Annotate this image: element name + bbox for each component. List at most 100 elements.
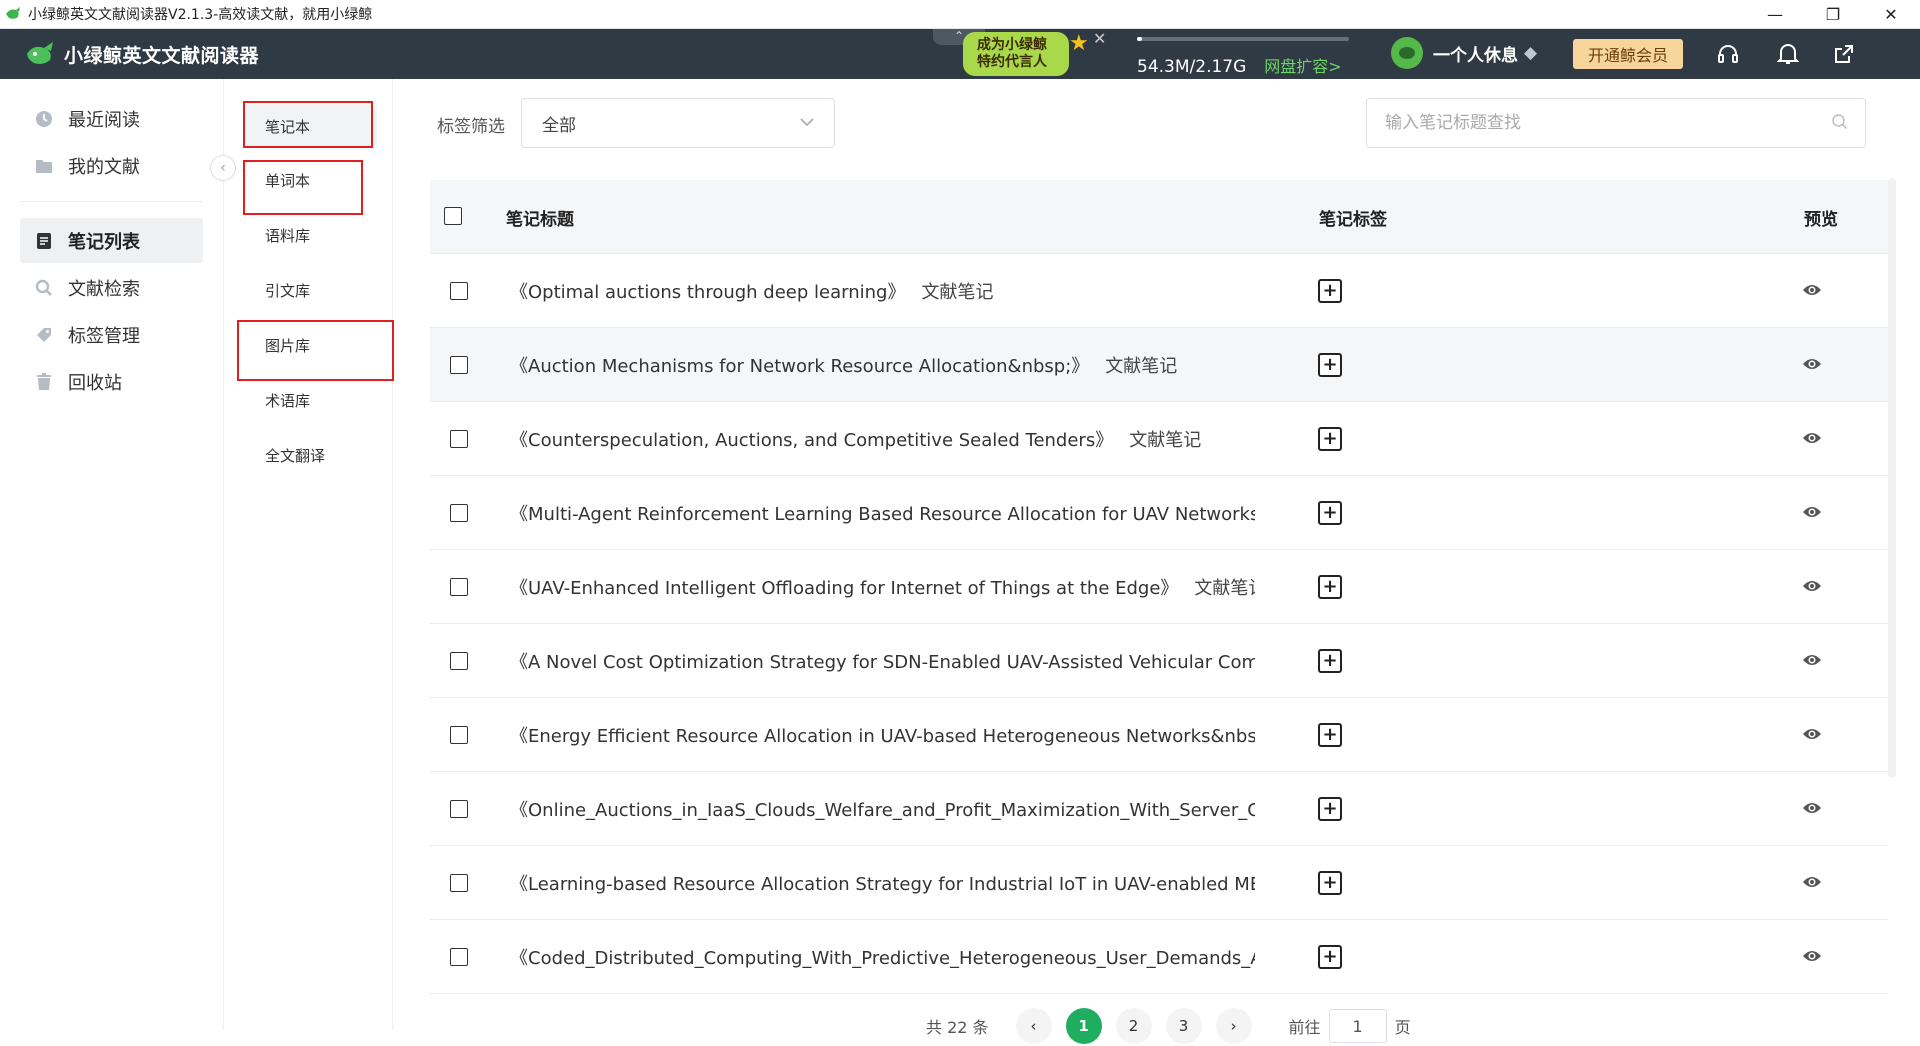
sidebar-item-trash[interactable]: 回收站 [20,359,203,404]
note-title-cell[interactable]: 《UAV-Enhanced Intelligent Offloading for… [510,550,1255,624]
eye-icon[interactable] [1802,726,1822,742]
row-checkbox[interactable] [450,356,468,374]
row-checkbox[interactable] [450,282,468,300]
table-row[interactable]: 《Auction Mechanisms for Network Resource… [430,328,1888,402]
note-title-cell[interactable]: 《Counterspeculation, Auctions, and Compe… [510,402,1255,476]
eye-icon[interactable] [1802,356,1822,372]
table-row[interactable]: 《Energy Efficient Resource Allocation in… [430,698,1888,772]
add-tag-button[interactable]: + [1318,353,1342,377]
avatar[interactable] [1391,37,1423,69]
eye-icon[interactable] [1802,504,1822,520]
eye-icon[interactable] [1802,874,1822,890]
table-row[interactable]: 《Online_Auctions_in_IaaS_Clouds_Welfare_… [430,772,1888,846]
add-tag-button[interactable]: + [1318,575,1342,599]
username[interactable]: 一个人休息 [1433,41,1518,66]
note-title-cell[interactable]: 《Optimal auctions through deep learning》… [510,254,1255,328]
note-title-cell[interactable]: 《A Novel Cost Optimization Strategy for … [510,624,1255,698]
note-title[interactable]: 《UAV-Enhanced Intelligent Offloading for… [510,574,1178,600]
ambassador-promo[interactable]: ⌃ 成为小绿鲸 特约代言人 ★ ✕ [933,29,1106,79]
page-button-2[interactable]: 2 [1115,1008,1152,1044]
next-page-button[interactable]: › [1215,1008,1252,1044]
eye-icon[interactable] [1802,578,1822,594]
storage-expand-link[interactable]: 网盘扩容> [1264,53,1341,77]
eye-icon[interactable] [1802,282,1822,298]
eye-icon[interactable] [1802,800,1822,816]
note-title-cell[interactable]: 《Auction Mechanisms for Network Resource… [510,328,1255,402]
table-row[interactable]: 《Coded_Distributed_Computing_With_Predic… [430,920,1888,994]
promo-close-button[interactable]: ✕ [1093,29,1106,48]
eye-icon[interactable] [1802,652,1822,668]
note-title[interactable]: 《Auction Mechanisms for Network Resource… [510,352,1089,378]
user-profile[interactable]: 一个人休息 ◆ [1391,37,1537,69]
page-button-3[interactable]: 3 [1165,1008,1202,1044]
note-title[interactable]: 《A Novel Cost Optimization Strategy for … [510,648,1255,674]
tag-filter-select[interactable]: 全部 [521,98,835,148]
subnav-item-translation[interactable]: 全文翻译 [245,434,377,476]
row-checkbox[interactable] [450,948,468,966]
note-title[interactable]: 《Learning-based Resource Allocation Stra… [510,870,1255,896]
note-search-input[interactable] [1385,99,1825,147]
note-title[interactable]: 《Multi-Agent Reinforcement Learning Base… [510,500,1255,526]
subnav-item-corpus[interactable]: 语料库 [245,214,377,256]
row-checkbox[interactable] [450,874,468,892]
add-tag-button[interactable]: + [1318,501,1342,525]
note-search-box[interactable] [1366,98,1866,148]
note-title[interactable]: 《Counterspeculation, Auctions, and Compe… [510,426,1113,452]
bell-icon[interactable] [1774,40,1802,68]
add-tag-button[interactable]: + [1318,945,1342,969]
collapse-sidebar-button[interactable]: ‹ [210,155,236,181]
note-title[interactable]: 《Coded_Distributed_Computing_With_Predic… [510,944,1255,970]
sidebar-item-my-papers[interactable]: 我的文献 [20,143,203,188]
table-scrollbar[interactable] [1888,178,1896,778]
subnav-item-terms[interactable]: 术语库 [245,379,377,421]
close-window-button[interactable]: ✕ [1862,0,1920,29]
row-checkbox[interactable] [450,726,468,744]
row-checkbox[interactable] [450,652,468,670]
sidebar-item-search[interactable]: 文献检索 [20,265,203,310]
external-link-icon[interactable] [1830,40,1858,68]
sidebar-item-notes[interactable]: 笔记列表 [20,218,203,263]
table-row[interactable]: 《Multi-Agent Reinforcement Learning Base… [430,476,1888,550]
promo-banner[interactable]: 成为小绿鲸 特约代言人 [963,32,1069,76]
headset-icon[interactable] [1714,40,1742,68]
table-row[interactable]: 《Optimal auctions through deep learning》… [430,254,1888,328]
note-title[interactable]: 《Optimal auctions through deep learning》 [510,278,905,304]
storage-usage: 54.3M/2.17G 网盘扩容> [1137,37,1349,77]
row-checkbox[interactable] [450,578,468,596]
note-type: 文献笔记 [1129,430,1202,451]
subnav-item-citations[interactable]: 引文库 [245,269,377,311]
sidebar-item-label: 笔记列表 [68,231,140,253]
eye-icon[interactable] [1802,948,1822,964]
add-tag-button[interactable]: + [1318,723,1342,747]
row-checkbox[interactable] [450,504,468,522]
table-row[interactable]: 《A Novel Cost Optimization Strategy for … [430,624,1888,698]
table-row[interactable]: 《Learning-based Resource Allocation Stra… [430,846,1888,920]
sidebar-item-recent[interactable]: 最近阅读 [20,96,203,141]
vip-membership-button[interactable]: 开通鲸会员 [1573,39,1683,69]
table-row[interactable]: 《UAV-Enhanced Intelligent Offloading for… [430,550,1888,624]
page-button-1[interactable]: 1 [1065,1008,1102,1044]
note-title[interactable]: 《Energy Efficient Resource Allocation in… [510,722,1255,748]
minimize-button[interactable]: — [1746,0,1804,29]
add-tag-button[interactable]: + [1318,279,1342,303]
note-title[interactable]: 《Online_Auctions_in_IaaS_Clouds_Welfare_… [510,796,1255,822]
select-all-checkbox[interactable] [444,207,462,225]
note-title-cell[interactable]: 《Learning-based Resource Allocation Stra… [510,846,1255,920]
note-title-cell[interactable]: 《Online_Auctions_in_IaaS_Clouds_Welfare_… [510,772,1255,846]
add-tag-button[interactable]: + [1318,871,1342,895]
note-title-cell[interactable]: 《Energy Efficient Resource Allocation in… [510,698,1255,772]
restore-button[interactable]: ❐ [1804,0,1862,29]
row-checkbox[interactable] [450,430,468,448]
goto-page-input[interactable]: 1 [1328,1009,1387,1043]
note-title-cell[interactable]: 《Multi-Agent Reinforcement Learning Base… [510,476,1255,550]
eye-icon[interactable] [1802,430,1822,446]
search-icon[interactable] [1831,113,1849,131]
add-tag-button[interactable]: + [1318,427,1342,451]
add-tag-button[interactable]: + [1318,797,1342,821]
prev-page-button[interactable]: ‹ [1015,1008,1052,1044]
table-row[interactable]: 《Counterspeculation, Auctions, and Compe… [430,402,1888,476]
add-tag-button[interactable]: + [1318,649,1342,673]
note-title-cell[interactable]: 《Coded_Distributed_Computing_With_Predic… [510,920,1255,994]
sidebar-item-tags[interactable]: 标签管理 [20,312,203,357]
row-checkbox[interactable] [450,800,468,818]
